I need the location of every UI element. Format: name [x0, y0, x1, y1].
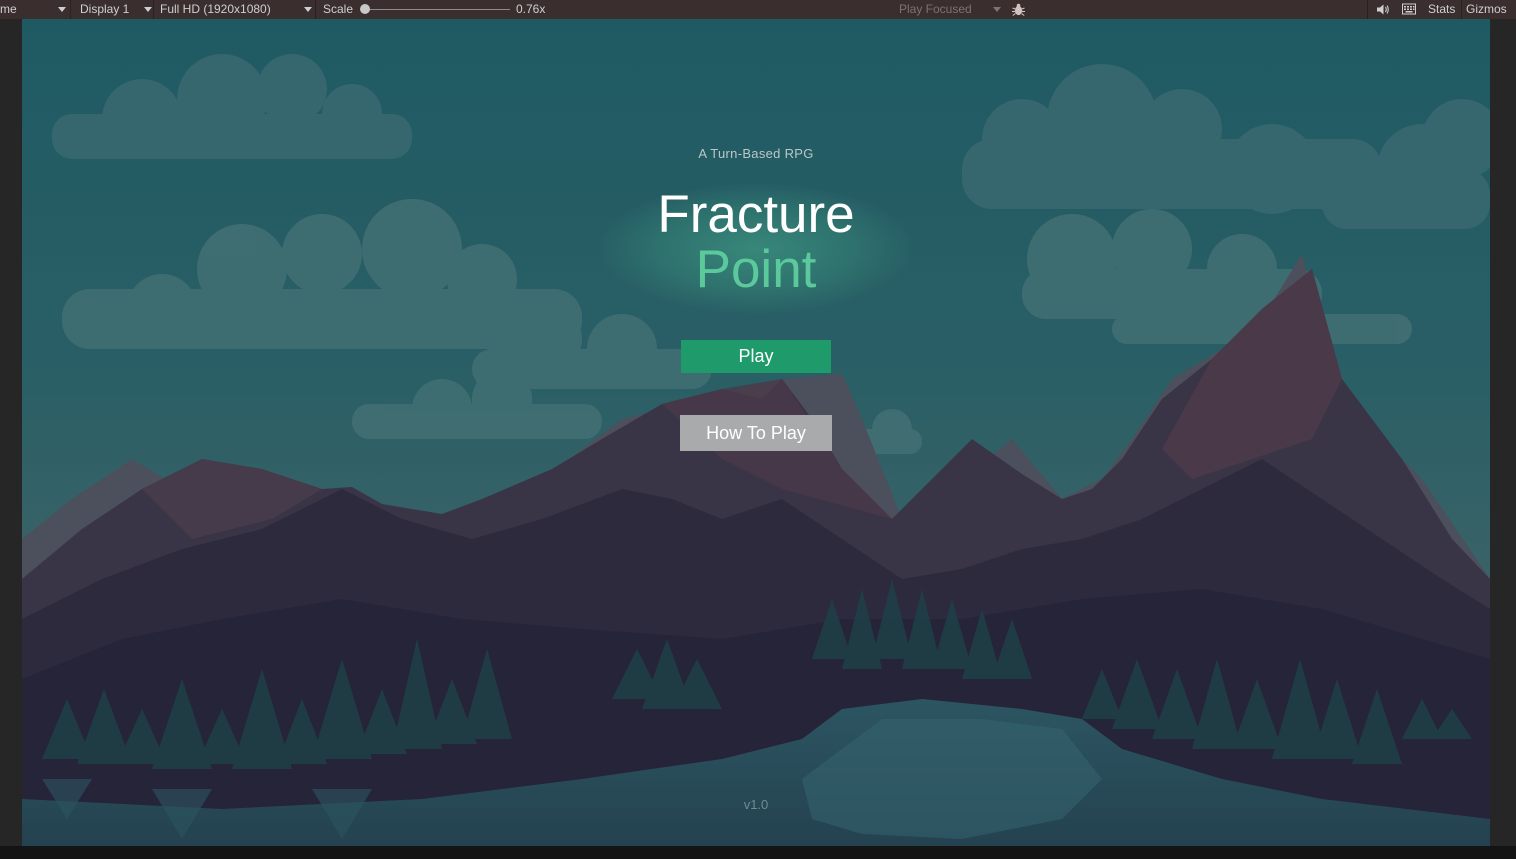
chevron-down-icon[interactable] — [58, 7, 66, 12]
game-title-line2: Point — [695, 240, 817, 299]
scale-slider-handle[interactable] — [360, 4, 370, 14]
resolution-dropdown[interactable]: Full HD (1920x1080) — [160, 2, 271, 16]
how-to-play-button[interactable]: How To Play — [680, 415, 832, 451]
editor-left-margin — [0, 19, 22, 859]
version-label: v1.0 — [743, 797, 769, 812]
divider — [315, 0, 316, 19]
scale-slider-track[interactable] — [365, 9, 510, 10]
audio-icon[interactable] — [1376, 3, 1390, 16]
bug-icon[interactable] — [1011, 2, 1026, 17]
play-mode-dropdown[interactable]: Play Focused — [899, 2, 972, 16]
divider — [70, 0, 71, 19]
divider — [153, 0, 154, 19]
keyboard-icon[interactable] — [1402, 3, 1416, 15]
gizmos-toggle[interactable]: Gizmos — [1466, 2, 1507, 16]
divider — [1461, 0, 1462, 19]
chevron-down-icon[interactable] — [993, 7, 1001, 12]
view-tab-label[interactable]: me — [0, 2, 17, 16]
scale-label: Scale — [323, 2, 354, 16]
game-viewport: A Turn-Based RPG Fracture Point Play How… — [22, 19, 1490, 846]
display-dropdown[interactable]: Display 1 — [80, 2, 129, 16]
stats-toggle[interactable]: Stats — [1428, 2, 1455, 16]
game-title-line1: Fracture — [657, 185, 855, 244]
editor-status-bar — [0, 846, 1516, 859]
scale-value: 0.76x — [516, 2, 546, 16]
game-subtitle: A Turn-Based RPG — [698, 146, 814, 161]
game-view-toolbar: me Display 1 Full HD (1920x1080) Scale 0… — [0, 0, 1516, 19]
chevron-down-icon[interactable] — [144, 7, 152, 12]
divider — [1367, 0, 1368, 19]
play-button[interactable]: Play — [681, 340, 831, 373]
editor-right-margin — [1490, 19, 1516, 859]
chevron-down-icon[interactable] — [304, 7, 312, 12]
